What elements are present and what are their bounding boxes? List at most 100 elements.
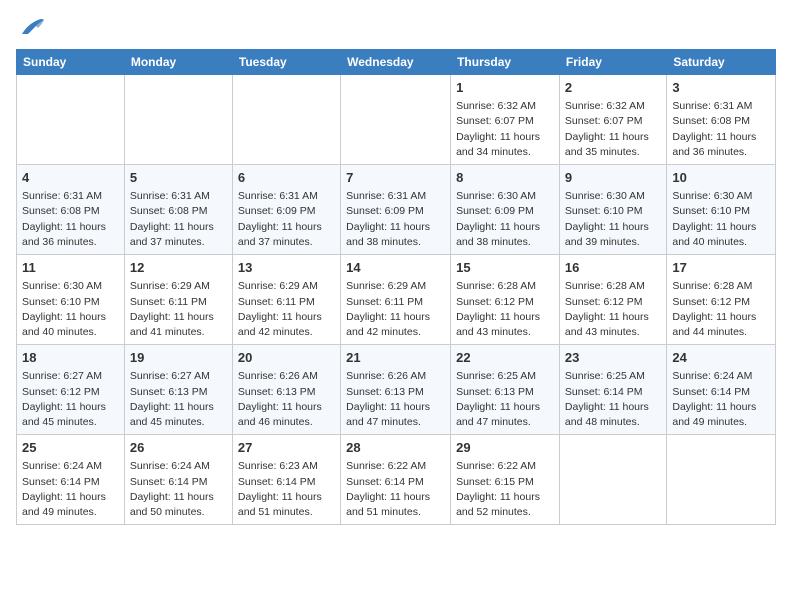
- day-info: Sunrise: 6:25 AM Sunset: 6:13 PM Dayligh…: [456, 369, 554, 430]
- day-number: 17: [672, 259, 770, 277]
- day-info: Sunrise: 6:31 AM Sunset: 6:08 PM Dayligh…: [672, 99, 770, 160]
- weekday-header-cell: Thursday: [451, 50, 560, 75]
- day-number: 12: [130, 259, 227, 277]
- day-info: Sunrise: 6:28 AM Sunset: 6:12 PM Dayligh…: [456, 279, 554, 340]
- day-number: 10: [672, 169, 770, 187]
- calendar-cell: 27 Sunrise: 6:23 AM Sunset: 6:14 PM Dayli…: [232, 435, 340, 525]
- day-info: Sunrise: 6:31 AM Sunset: 6:09 PM Dayligh…: [238, 189, 335, 250]
- day-number: 16: [565, 259, 661, 277]
- day-number: 26: [130, 439, 227, 457]
- calendar-cell: 22Sunrise: 6:25 AM Sunset: 6:13 PM Dayli…: [451, 345, 560, 435]
- calendar-cell: 1 Sunrise: 6:32 AM Sunset: 6:07 PM Daylig…: [451, 75, 560, 165]
- calendar-week-row: 18 Sunrise: 6:27 AM Sunset: 6:12 PM Dayli…: [17, 345, 776, 435]
- day-info: Sunrise: 6:26 AM Sunset: 6:13 PM Dayligh…: [238, 369, 335, 430]
- day-number: 18: [22, 349, 119, 367]
- calendar-cell: 24 Sunrise: 6:24 AM Sunset: 6:14 PM Dayli…: [667, 345, 776, 435]
- calendar-cell: 6 Sunrise: 6:31 AM Sunset: 6:09 PM Daylig…: [232, 165, 340, 255]
- weekday-header-cell: Monday: [124, 50, 232, 75]
- calendar-cell: [232, 75, 340, 165]
- calendar-cell: 17 Sunrise: 6:28 AM Sunset: 6:12 PM Dayli…: [667, 255, 776, 345]
- calendar-cell: 5 Sunrise: 6:31 AM Sunset: 6:08 PM Daylig…: [124, 165, 232, 255]
- day-info: Sunrise: 6:29 AM Sunset: 6:11 PM Dayligh…: [238, 279, 335, 340]
- calendar-cell: 9 Sunrise: 6:30 AM Sunset: 6:10 PM Daylig…: [559, 165, 666, 255]
- day-number: 11: [22, 259, 119, 277]
- calendar-cell: 16 Sunrise: 6:28 AM Sunset: 6:12 PM Dayli…: [559, 255, 666, 345]
- calendar-cell: 21 Sunrise: 6:26 AM Sunset: 6:13 PM Dayli…: [341, 345, 451, 435]
- weekday-header-cell: Wednesday: [341, 50, 451, 75]
- day-number: 15: [456, 259, 554, 277]
- calendar-cell: 23 Sunrise: 6:25 AM Sunset: 6:14 PM Dayli…: [559, 345, 666, 435]
- day-number: 14: [346, 259, 445, 277]
- day-number: 9: [565, 169, 661, 187]
- logo-bird-icon: [18, 16, 46, 38]
- day-number: 27: [238, 439, 335, 457]
- calendar-cell: 19Sunrise: 6:27 AM Sunset: 6:13 PM Dayli…: [124, 345, 232, 435]
- weekday-header-cell: Saturday: [667, 50, 776, 75]
- calendar-cell: 25 Sunrise: 6:24 AM Sunset: 6:14 PM Dayli…: [17, 435, 125, 525]
- logo: [16, 16, 46, 43]
- calendar-cell: 12Sunrise: 6:29 AM Sunset: 6:11 PM Dayli…: [124, 255, 232, 345]
- day-number: 8: [456, 169, 554, 187]
- day-info: Sunrise: 6:29 AM Sunset: 6:11 PM Dayligh…: [346, 279, 445, 340]
- day-info: Sunrise: 6:32 AM Sunset: 6:07 PM Dayligh…: [456, 99, 554, 160]
- calendar-week-row: 1 Sunrise: 6:32 AM Sunset: 6:07 PM Daylig…: [17, 75, 776, 165]
- calendar-cell: 28Sunrise: 6:22 AM Sunset: 6:14 PM Dayli…: [341, 435, 451, 525]
- day-number: 23: [565, 349, 661, 367]
- calendar-cell: 3 Sunrise: 6:31 AM Sunset: 6:08 PM Daylig…: [667, 75, 776, 165]
- calendar-cell: 14 Sunrise: 6:29 AM Sunset: 6:11 PM Dayli…: [341, 255, 451, 345]
- page-header: [16, 16, 776, 43]
- day-info: Sunrise: 6:22 AM Sunset: 6:15 PM Dayligh…: [456, 459, 554, 520]
- day-number: 21: [346, 349, 445, 367]
- day-number: 1: [456, 79, 554, 97]
- weekday-header-cell: Sunday: [17, 50, 125, 75]
- calendar-cell: [559, 435, 666, 525]
- calendar-cell: 11 Sunrise: 6:30 AM Sunset: 6:10 PM Dayli…: [17, 255, 125, 345]
- day-info: Sunrise: 6:31 AM Sunset: 6:08 PM Dayligh…: [22, 189, 119, 250]
- calendar-cell: 15 Sunrise: 6:28 AM Sunset: 6:12 PM Dayli…: [451, 255, 560, 345]
- day-info: Sunrise: 6:23 AM Sunset: 6:14 PM Dayligh…: [238, 459, 335, 520]
- day-info: Sunrise: 6:31 AM Sunset: 6:08 PM Dayligh…: [130, 189, 227, 250]
- calendar-cell: 8 Sunrise: 6:30 AM Sunset: 6:09 PM Daylig…: [451, 165, 560, 255]
- logo-text: [16, 16, 46, 43]
- calendar-cell: 4 Sunrise: 6:31 AM Sunset: 6:08 PM Daylig…: [17, 165, 125, 255]
- day-info: Sunrise: 6:32 AM Sunset: 6:07 PM Dayligh…: [565, 99, 661, 160]
- calendar-week-row: 4 Sunrise: 6:31 AM Sunset: 6:08 PM Daylig…: [17, 165, 776, 255]
- calendar-cell: 2 Sunrise: 6:32 AM Sunset: 6:07 PM Daylig…: [559, 75, 666, 165]
- day-number: 3: [672, 79, 770, 97]
- weekday-header-row: SundayMondayTuesdayWednesdayThursdayFrid…: [17, 50, 776, 75]
- calendar-cell: 20 Sunrise: 6:26 AM Sunset: 6:13 PM Dayli…: [232, 345, 340, 435]
- day-info: Sunrise: 6:31 AM Sunset: 6:09 PM Dayligh…: [346, 189, 445, 250]
- day-number: 4: [22, 169, 119, 187]
- calendar-cell: [341, 75, 451, 165]
- calendar-table: SundayMondayTuesdayWednesdayThursdayFrid…: [16, 49, 776, 525]
- calendar-cell: 10 Sunrise: 6:30 AM Sunset: 6:10 PM Dayli…: [667, 165, 776, 255]
- day-number: 2: [565, 79, 661, 97]
- day-info: Sunrise: 6:30 AM Sunset: 6:09 PM Dayligh…: [456, 189, 554, 250]
- calendar-cell: [17, 75, 125, 165]
- day-number: 25: [22, 439, 119, 457]
- day-info: Sunrise: 6:30 AM Sunset: 6:10 PM Dayligh…: [22, 279, 119, 340]
- day-info: Sunrise: 6:25 AM Sunset: 6:14 PM Dayligh…: [565, 369, 661, 430]
- day-info: Sunrise: 6:27 AM Sunset: 6:12 PM Dayligh…: [22, 369, 119, 430]
- calendar-cell: 29 Sunrise: 6:22 AM Sunset: 6:15 PM Dayli…: [451, 435, 560, 525]
- day-info: Sunrise: 6:24 AM Sunset: 6:14 PM Dayligh…: [130, 459, 227, 520]
- day-info: Sunrise: 6:24 AM Sunset: 6:14 PM Dayligh…: [22, 459, 119, 520]
- calendar-cell: [667, 435, 776, 525]
- weekday-header-cell: Friday: [559, 50, 666, 75]
- day-info: Sunrise: 6:30 AM Sunset: 6:10 PM Dayligh…: [565, 189, 661, 250]
- day-number: 20: [238, 349, 335, 367]
- day-info: Sunrise: 6:24 AM Sunset: 6:14 PM Dayligh…: [672, 369, 770, 430]
- day-info: Sunrise: 6:28 AM Sunset: 6:12 PM Dayligh…: [672, 279, 770, 340]
- day-number: 24: [672, 349, 770, 367]
- day-info: Sunrise: 6:28 AM Sunset: 6:12 PM Dayligh…: [565, 279, 661, 340]
- day-info: Sunrise: 6:26 AM Sunset: 6:13 PM Dayligh…: [346, 369, 445, 430]
- day-number: 29: [456, 439, 554, 457]
- day-info: Sunrise: 6:30 AM Sunset: 6:10 PM Dayligh…: [672, 189, 770, 250]
- day-info: Sunrise: 6:22 AM Sunset: 6:14 PM Dayligh…: [346, 459, 445, 520]
- day-number: 13: [238, 259, 335, 277]
- calendar-cell: [124, 75, 232, 165]
- weekday-header-cell: Tuesday: [232, 50, 340, 75]
- day-number: 5: [130, 169, 227, 187]
- calendar-week-row: 11 Sunrise: 6:30 AM Sunset: 6:10 PM Dayli…: [17, 255, 776, 345]
- day-number: 6: [238, 169, 335, 187]
